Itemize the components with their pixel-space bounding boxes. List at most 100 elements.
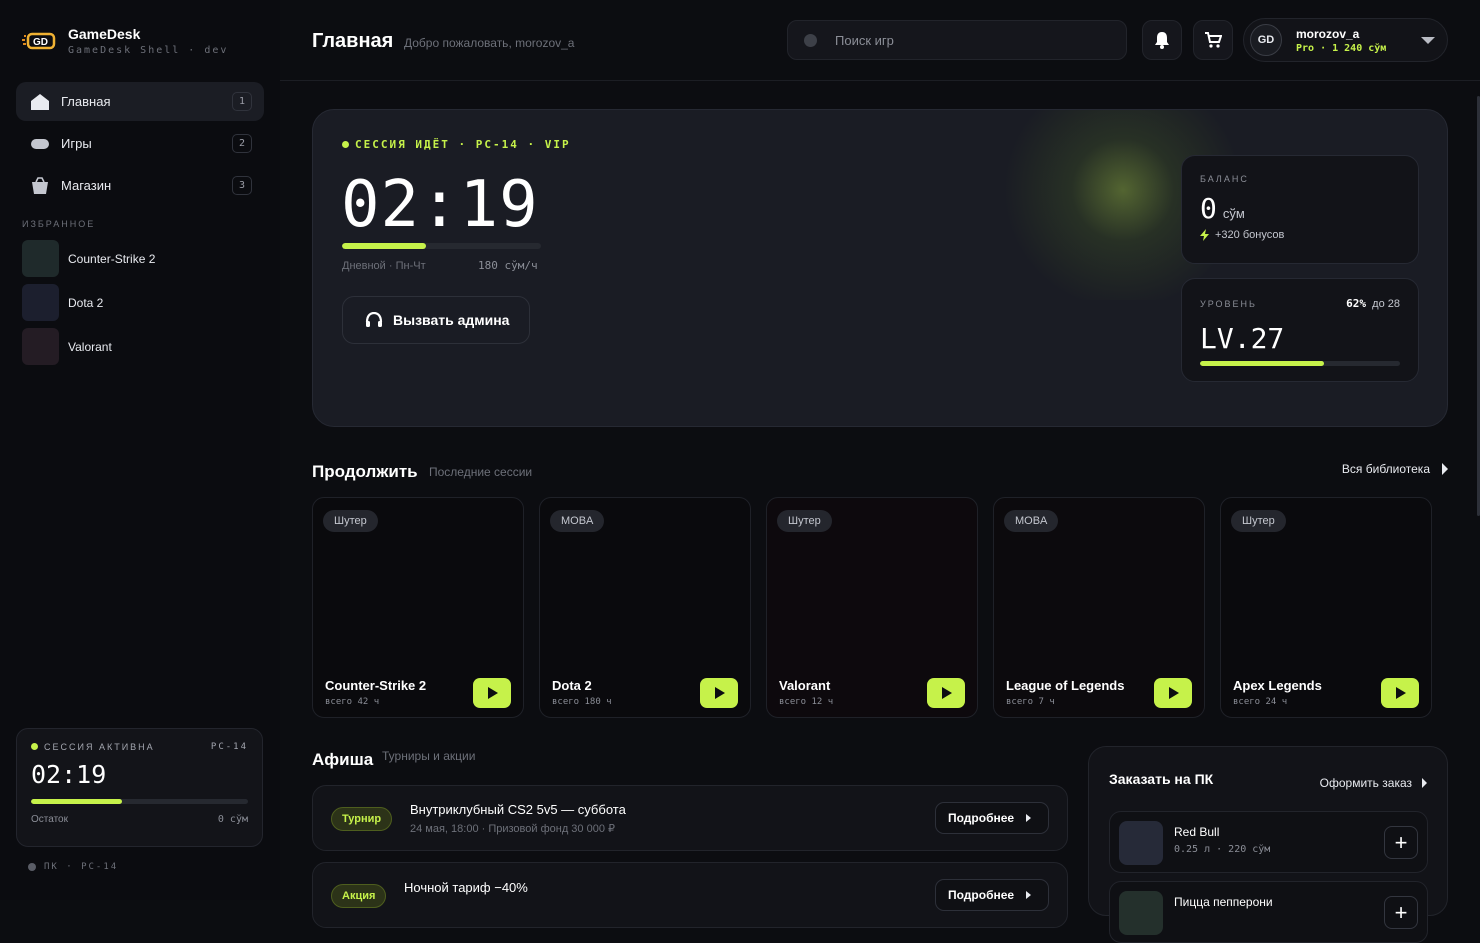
- order-title: Заказать на ПК: [1109, 771, 1214, 787]
- product-name: Пицца пепперони: [1174, 895, 1273, 909]
- chevron-down-icon: [1421, 37, 1435, 44]
- checkout-link[interactable]: Оформить заказ: [1320, 776, 1427, 790]
- session-progress-fill: [31, 799, 123, 804]
- page-subtitle: Добро пожаловать, morozov_a: [404, 36, 575, 50]
- play-icon: [1396, 687, 1406, 699]
- favorite-name: Counter-Strike 2: [68, 251, 156, 266]
- event-item: Акция Ночной тариф −40% Подробнее: [312, 862, 1068, 928]
- level-value: LV.27: [1200, 322, 1285, 355]
- game-genre-tag: MOBA: [1004, 510, 1059, 532]
- library-link[interactable]: Вся библиотека: [1342, 462, 1448, 476]
- play-button[interactable]: [700, 678, 738, 708]
- tariff-label: Дневной · Пн-Чт: [342, 260, 426, 272]
- favorite-item[interactable]: Valorant: [22, 328, 262, 365]
- game-card[interactable]: Шутер Valorant всего 12 ч: [766, 497, 978, 718]
- headset-icon: [365, 312, 383, 327]
- balance-label: БАЛАНС: [1200, 174, 1249, 184]
- play-button[interactable]: [1381, 678, 1419, 708]
- avatar: GD: [1250, 24, 1282, 56]
- play-icon: [715, 687, 725, 699]
- search-placeholder: Поиск игр: [835, 32, 894, 48]
- search-input[interactable]: Поиск игр: [787, 20, 1127, 60]
- chevron-right-icon: [1026, 891, 1032, 899]
- cart-button[interactable]: [1193, 20, 1233, 60]
- play-button[interactable]: [473, 678, 511, 708]
- product-item: Пицца пепперони +: [1109, 881, 1428, 943]
- product-meta: 0.25 л · 220 сўм: [1174, 844, 1271, 855]
- brand-title: GameDesk: [68, 26, 141, 42]
- play-button[interactable]: [927, 678, 965, 708]
- continue-subtitle: Последние сессии: [429, 465, 533, 479]
- nav-item-home[interactable]: Главная 1: [16, 82, 264, 121]
- user-meta: Pro · 1 240 сўм: [1296, 42, 1387, 54]
- nav-count: 1: [232, 92, 252, 111]
- hero-progress: [342, 243, 541, 249]
- balance-card: БАЛАНС 0 сўм +320 бонусов: [1181, 155, 1419, 264]
- notifications-button[interactable]: [1142, 20, 1182, 60]
- game-card[interactable]: Шутер Counter-Strike 2 всего 42 ч: [312, 497, 524, 718]
- status-dot-icon: [342, 141, 349, 148]
- checkout-label: Оформить заказ: [1319, 776, 1412, 790]
- add-to-order-button[interactable]: +: [1384, 896, 1418, 929]
- library-link-label: Вся библиотека: [1341, 462, 1430, 476]
- game-card[interactable]: MOBA League of Legends всего 7 ч: [993, 497, 1205, 718]
- call-admin-button[interactable]: Вызвать админа: [342, 296, 530, 344]
- gamedesk-logo-icon: GD: [22, 28, 58, 54]
- play-button[interactable]: [1154, 678, 1192, 708]
- bonus-info: +320 бонусов: [1200, 229, 1400, 241]
- favorite-item[interactable]: Counter-Strike 2: [22, 240, 262, 277]
- event-title: Внутриклубный CS2 5v5 — суббота: [410, 802, 626, 817]
- main-nav: Главная 1 Игры 2 Магазин 3: [16, 82, 264, 208]
- brand: GD GameDesk GameDesk Shell · dev: [22, 26, 228, 56]
- session-timer: 02:19: [31, 760, 107, 789]
- order-panel: Заказать на ПК Оформить заказ Red Bull 0…: [1088, 746, 1448, 943]
- play-icon: [1169, 687, 1179, 699]
- chevron-right-icon: [1442, 463, 1448, 475]
- play-icon: [942, 687, 952, 699]
- remaining-label: Остаток: [31, 814, 68, 825]
- hero-progress-fill: [342, 243, 426, 249]
- bell-icon: [1155, 32, 1169, 49]
- session-pc: PC-14: [210, 742, 248, 752]
- hero-status: СЕССИЯ ИДЁТ · PC-14 · VIP: [342, 138, 571, 151]
- session-progress: [31, 799, 248, 804]
- pc-indicator: ПК · PC-14: [28, 862, 118, 872]
- event-details-button[interactable]: Подробнее: [935, 802, 1049, 834]
- game-hours: всего 7 ч: [1006, 697, 1055, 707]
- game-genre-tag: Шутер: [1231, 510, 1286, 532]
- call-admin-label: Вызвать админа: [393, 312, 510, 328]
- lightning-icon: [1200, 229, 1209, 241]
- search-icon: [804, 33, 817, 47]
- game-card[interactable]: MOBA Dota 2 всего 180 ч: [539, 497, 751, 718]
- nav-item-games[interactable]: Игры 2: [16, 124, 264, 163]
- game-genre-tag: MOBA: [550, 510, 605, 532]
- events-title: Афиша: [312, 750, 374, 769]
- topbar: Главная Добро пожаловать, morozov_a Поис…: [280, 0, 1480, 81]
- status-dot-icon: [31, 743, 38, 750]
- home-icon: [30, 93, 50, 111]
- game-hours: всего 12 ч: [779, 697, 834, 707]
- add-to-order-button[interactable]: +: [1384, 826, 1418, 859]
- game-thumbnail: [22, 284, 59, 321]
- play-icon: [488, 687, 498, 699]
- favorite-item[interactable]: Dota 2: [22, 284, 262, 321]
- nav-count: 2: [232, 134, 252, 153]
- game-card[interactable]: Шутер Apex Legends всего 24 ч: [1220, 497, 1432, 718]
- event-item: Турнир Внутриклубный CS2 5v5 — суббота 2…: [312, 785, 1068, 851]
- nav-item-shop[interactable]: Магазин 3: [16, 166, 264, 205]
- recent-games: Шутер Counter-Strike 2 всего 42 ч MOBA D…: [312, 497, 1434, 719]
- favorite-name: Valorant: [68, 339, 112, 354]
- user-menu[interactable]: GD morozov_a Pro · 1 240 сўм: [1243, 18, 1448, 62]
- event-details-button[interactable]: Подробнее: [935, 879, 1049, 911]
- event-badge: Турнир: [331, 807, 393, 831]
- status-dot-icon: [28, 863, 36, 871]
- product-image: [1119, 821, 1163, 865]
- nav-label: Главная: [61, 94, 111, 109]
- game-thumbnail: [22, 328, 59, 365]
- nav-label: Игры: [61, 136, 92, 151]
- user-name: morozov_a: [1296, 26, 1360, 41]
- session-widget: СЕССИЯ АКТИВНА PC-14 02:19 Остаток 0 сўм: [16, 728, 263, 847]
- game-hours: всего 24 ч: [1233, 697, 1288, 707]
- product-name: Red Bull: [1174, 825, 1220, 839]
- event-badge: Акция: [331, 884, 387, 908]
